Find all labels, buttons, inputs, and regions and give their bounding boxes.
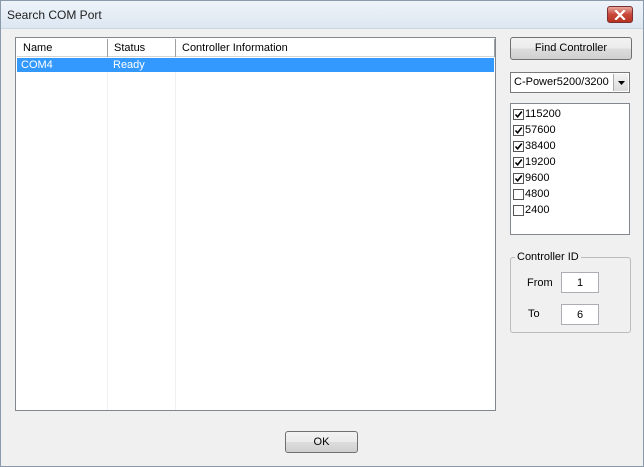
window-title: Search COM Port (7, 8, 102, 22)
baud-rate-item[interactable]: 115200 (513, 106, 625, 122)
dropdown-button[interactable] (613, 74, 628, 91)
baud-rate-checkbox[interactable] (513, 125, 524, 136)
check-icon (514, 111, 523, 119)
row-status-cell: Ready (113, 59, 145, 71)
column-header-controller-information[interactable]: Controller Information (176, 39, 495, 57)
baud-rate-label: 19200 (525, 156, 556, 168)
baud-rate-checkbox[interactable] (513, 109, 524, 120)
row-info-cell (176, 58, 494, 72)
baud-rate-label: 57600 (525, 124, 556, 136)
column-divider (175, 58, 176, 410)
controller-model-select[interactable]: C-Power5200/3200 (510, 72, 630, 93)
controller-model-value: C-Power5200/3200 (514, 76, 609, 88)
com-port-list[interactable]: Name Status Controller Information COM4 … (15, 37, 496, 411)
baud-rate-label: 115200 (525, 108, 561, 120)
ok-button[interactable]: OK (285, 431, 358, 453)
check-icon (514, 127, 523, 135)
baud-rate-item[interactable]: 19200 (513, 154, 625, 170)
close-icon (614, 9, 626, 20)
column-header-name[interactable]: Name (17, 39, 108, 57)
search-com-port-dialog: Search COM Port Name Status Controller I… (0, 0, 644, 467)
check-icon (514, 159, 523, 167)
baud-rate-item[interactable]: 2400 (513, 202, 625, 218)
baud-rate-label: 38400 (525, 140, 556, 152)
controller-id-group-label: Controller ID (515, 251, 581, 263)
baud-rate-label: 9600 (525, 172, 550, 184)
chevron-down-icon (617, 80, 625, 85)
check-icon (514, 143, 523, 151)
title-bar[interactable]: Search COM Port (1, 1, 643, 29)
baud-rate-item[interactable]: 9600 (513, 170, 625, 186)
to-id-input[interactable] (561, 304, 599, 325)
from-id-input[interactable] (561, 272, 599, 293)
baud-rate-checkbox[interactable] (513, 205, 524, 216)
close-button[interactable] (607, 6, 633, 23)
column-divider (107, 58, 108, 410)
baud-rate-checkbox[interactable] (513, 157, 524, 168)
baud-rate-item[interactable]: 4800 (513, 186, 625, 202)
baud-rate-checkbox[interactable] (513, 173, 524, 184)
baud-rate-checkbox[interactable] (513, 189, 524, 200)
from-label: From (527, 277, 553, 289)
row-name-cell: COM4 (21, 59, 53, 71)
find-controller-button[interactable]: Find Controller (510, 37, 632, 60)
baud-rate-item[interactable]: 38400 (513, 138, 625, 154)
baud-rate-list[interactable]: 115200 57600 38400 19200 9600 4800 2400 (510, 103, 630, 235)
baud-rate-checkbox[interactable] (513, 141, 524, 152)
table-row[interactable]: COM4 Ready (17, 58, 494, 72)
to-label: To (528, 308, 540, 320)
check-icon (514, 175, 523, 183)
baud-rate-label: 2400 (525, 204, 550, 216)
baud-rate-item[interactable]: 57600 (513, 122, 625, 138)
column-header-status[interactable]: Status (108, 39, 176, 57)
baud-rate-label: 4800 (525, 188, 550, 200)
list-header: Name Status Controller Information (17, 39, 495, 57)
